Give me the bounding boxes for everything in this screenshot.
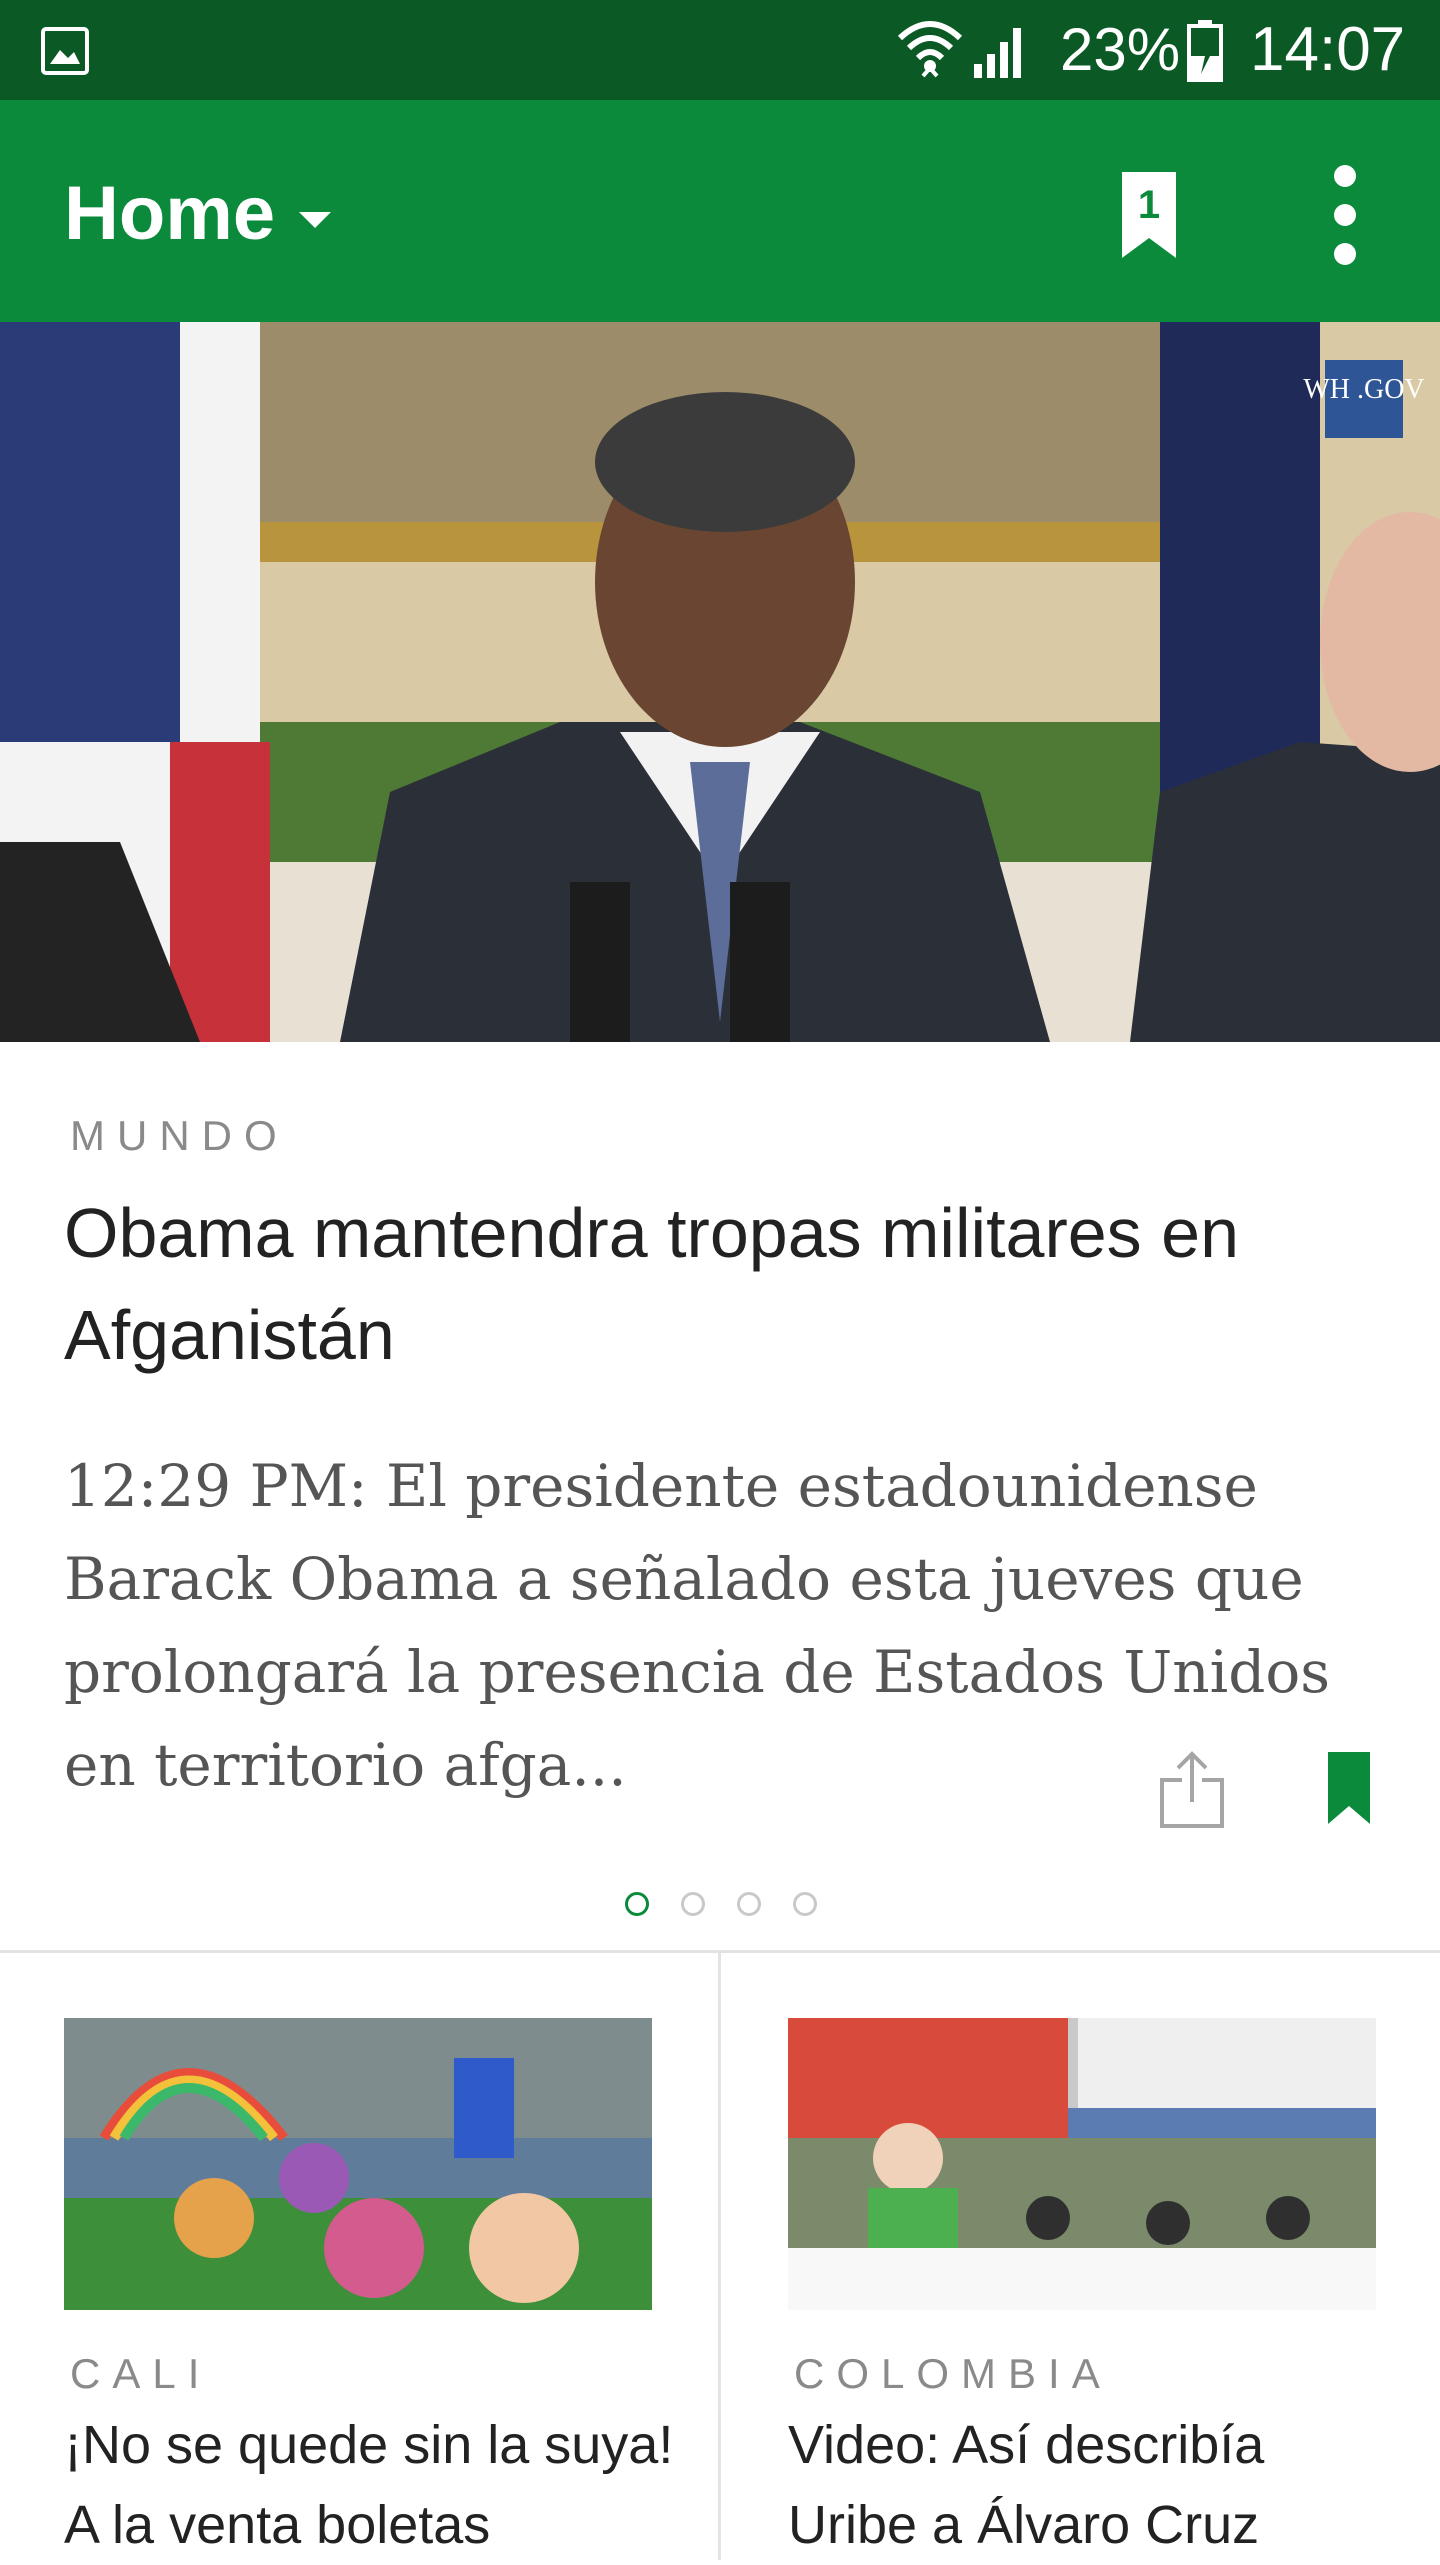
- pager-dot[interactable]: [681, 1892, 705, 1916]
- bookmark-icon[interactable]: [1326, 1750, 1372, 1826]
- share-icon[interactable]: [1156, 1750, 1228, 1830]
- saved-articles-icon[interactable]: 1: [1120, 170, 1178, 260]
- cell-signal-icon: [974, 28, 1021, 78]
- home-title-dropdown[interactable]: Home: [64, 172, 275, 256]
- battery-charging-icon: [1187, 20, 1223, 82]
- battery-percent: 23%: [1060, 16, 1181, 83]
- card-title[interactable]: Video: Así describía Uribe a Álvaro Cruz: [788, 2405, 1398, 2565]
- colombia-article-image[interactable]: [788, 2018, 1376, 2310]
- article-section-label: MUNDO: [70, 1112, 289, 1159]
- featured-article-image[interactable]: WH .GOV: [0, 322, 1440, 1042]
- article-headline[interactable]: Obama mantendra tropas militares en Afga…: [64, 1182, 1364, 1386]
- clock: 14:07: [1250, 15, 1406, 84]
- card-section-label: CALI: [70, 2350, 212, 2397]
- cali-article-image[interactable]: [64, 2018, 652, 2310]
- app-bar: Home 1: [0, 100, 1440, 322]
- card-section-label: COLOMBIA: [794, 2350, 1112, 2397]
- pager-dot[interactable]: [737, 1892, 761, 1916]
- saved-count: 1: [1138, 183, 1160, 227]
- divider: [718, 1953, 721, 2560]
- carousel-pager: [0, 1892, 1440, 1922]
- image-notification-icon: [41, 27, 89, 75]
- wifi-icon: [897, 21, 963, 78]
- card-title[interactable]: ¡No se quede sin la suya! A la venta bol…: [64, 2405, 674, 2565]
- status-bar: 23% 14:07: [0, 0, 1440, 100]
- pager-dot[interactable]: [625, 1892, 649, 1916]
- pager-dot[interactable]: [793, 1892, 817, 1916]
- dropdown-arrow-icon[interactable]: [295, 208, 335, 232]
- whitehouse-watermark: WH .GOV: [1303, 374, 1424, 405]
- more-options-icon[interactable]: [1320, 160, 1370, 270]
